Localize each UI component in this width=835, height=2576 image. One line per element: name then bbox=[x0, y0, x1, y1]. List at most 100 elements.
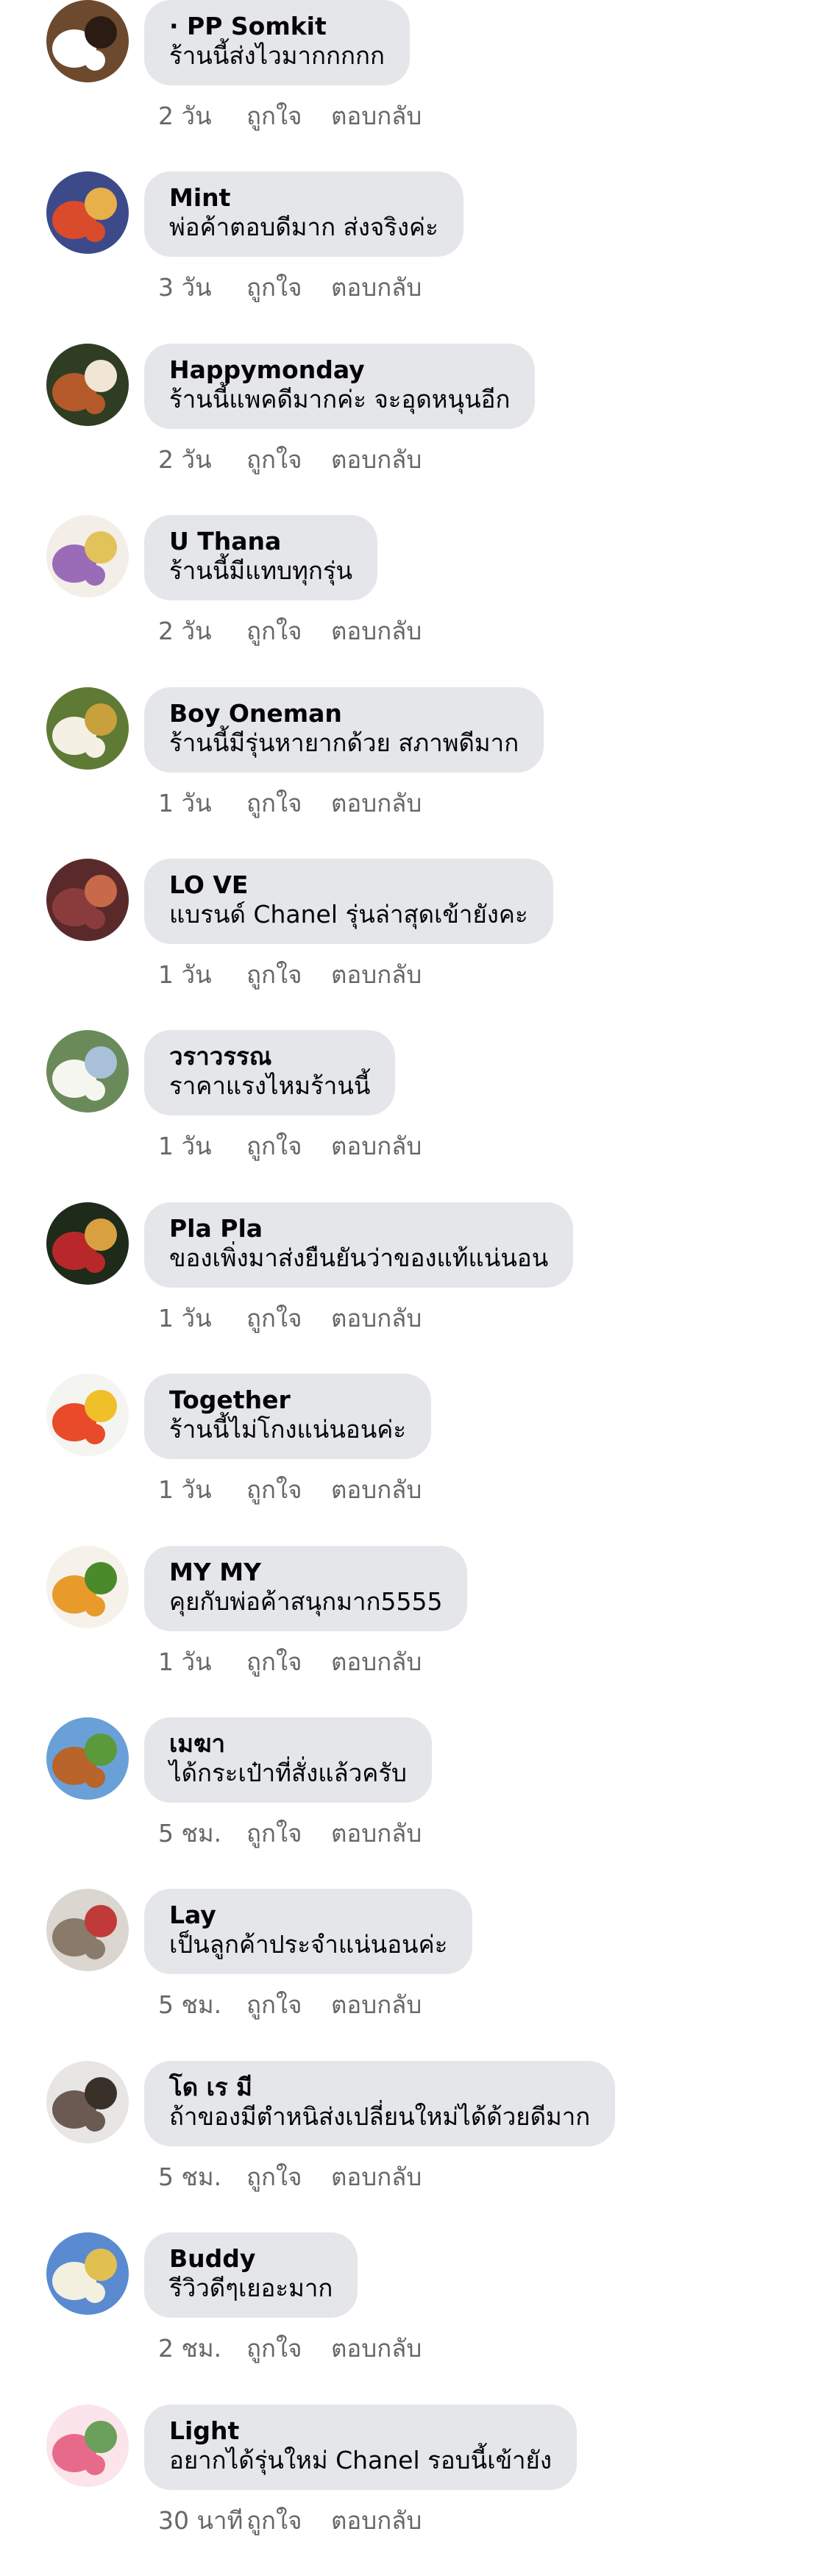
comment-bubble: Boy Oneman ร้านนี้มีรุ่นหายากด้วย สภาพดี… bbox=[144, 687, 544, 773]
avatar[interactable] bbox=[46, 2232, 129, 2315]
comment-text: ของเพิ่งมาส่งยืนยันว่าของแท้แน่นอน bbox=[169, 1243, 549, 1272]
comment-item: Happymonday ร้านนี้แพคดีมากค่ะ จะอุดหนุน… bbox=[0, 344, 835, 515]
fruit-basket-avatar bbox=[46, 1374, 129, 1456]
reply-button[interactable]: ตอบกลับ bbox=[331, 957, 422, 993]
comment-author[interactable]: วราวรรณ bbox=[169, 1042, 370, 1071]
comment-author[interactable]: Together bbox=[169, 1385, 406, 1415]
like-button[interactable]: ถูกใจ bbox=[246, 957, 331, 993]
comment-item: Mint พ่อค้าตอบดีมาก ส่งจริงค่ะ 3 วัน ถูกใ… bbox=[0, 171, 835, 343]
comment-bubble: U Thana ร้านนี้มีแทบทุกรุ่น bbox=[144, 515, 378, 600]
comment-actions: 5 ชม. ถูกใจ ตอบกลับ bbox=[158, 1816, 422, 1851]
comment-author[interactable]: Lay bbox=[169, 1901, 447, 1930]
comment-text: พ่อค้าตอบดีมาก ส่งจริงค่ะ bbox=[169, 213, 438, 241]
like-button[interactable]: ถูกใจ bbox=[246, 786, 331, 821]
comment-text: ร้านนี้ส่งไวมากกกกก bbox=[169, 41, 385, 70]
reply-button[interactable]: ตอบกลับ bbox=[331, 1301, 422, 1336]
like-button[interactable]: ถูกใจ bbox=[246, 1644, 331, 1680]
like-button[interactable]: ถูกใจ bbox=[246, 2160, 331, 2195]
comment-item: U Thana ร้านนี้มีแทบทุกรุ่น 2 วัน ถูกใจ ตอ… bbox=[0, 515, 835, 686]
like-button[interactable]: ถูกใจ bbox=[246, 1816, 331, 1851]
like-button[interactable]: ถูกใจ bbox=[246, 1301, 331, 1336]
comment-actions: 1 วัน ถูกใจ ตอบกลับ bbox=[158, 1644, 422, 1680]
reply-button[interactable]: ตอบกลับ bbox=[331, 1816, 422, 1851]
avatar[interactable] bbox=[46, 1202, 129, 1285]
reply-button[interactable]: ตอบกลับ bbox=[331, 614, 422, 649]
reply-button[interactable]: ตอบกลับ bbox=[331, 99, 422, 134]
red-panda-avatar bbox=[46, 344, 129, 426]
like-button[interactable]: ถูกใจ bbox=[246, 1472, 331, 1508]
comment-item: Boy Oneman ร้านนี้มีรุ่นหายากด้วย สภาพดี… bbox=[0, 687, 835, 859]
comment-text: คุยกับพ่อค้าสนุกมาก5555 bbox=[169, 1587, 443, 1616]
comment-author[interactable]: Boy Oneman bbox=[169, 699, 519, 728]
like-button[interactable]: ถูกใจ bbox=[246, 2503, 331, 2538]
comment-text: ร้านนี้ไม่โกงแน่นอนค่ะ bbox=[169, 1415, 407, 1444]
comment-text: ได้กระเป๋าที่สั่งแล้วครับ bbox=[169, 1759, 407, 1787]
avatar[interactable] bbox=[46, 859, 129, 941]
comment-bubble: Mint พ่อค้าตอบดีมาก ส่งจริงค่ะ bbox=[144, 171, 463, 257]
comment-actions: 3 วัน ถูกใจ ตอบกลับ bbox=[158, 270, 422, 305]
avatar[interactable] bbox=[46, 2405, 129, 2487]
avatar[interactable] bbox=[46, 171, 129, 254]
comment-author[interactable]: Mint bbox=[169, 183, 438, 213]
reply-button[interactable]: ตอบกลับ bbox=[331, 270, 422, 305]
comment-time: 2 วัน bbox=[158, 445, 212, 474]
comment-actions: 2 ชม. ถูกใจ ตอบกลับ bbox=[158, 2331, 422, 2366]
comment-author[interactable]: เมฆา bbox=[169, 1729, 407, 1759]
like-button[interactable]: ถูกใจ bbox=[246, 614, 331, 649]
reply-button[interactable]: ตอบกลับ bbox=[331, 1472, 422, 1508]
avatar[interactable] bbox=[46, 344, 129, 426]
comment-text: ร้านนี้มีแทบทุกรุ่น bbox=[169, 556, 353, 585]
comment-bubble: · PP Somkit ร้านนี้ส่งไวมากกกกก bbox=[144, 0, 410, 85]
comment-author[interactable]: โด เร มี bbox=[169, 2073, 590, 2102]
white-blossom-avatar bbox=[46, 1030, 129, 1113]
comment-text: ถ้าของมีตำหนิส่งเปลี่ยนใหม่ได้ด้วยดีมาก bbox=[169, 2102, 591, 2131]
comment-author[interactable]: U Thana bbox=[169, 527, 352, 556]
reply-button[interactable]: ตอบกลับ bbox=[331, 1129, 422, 1164]
like-button[interactable]: ถูกใจ bbox=[246, 1987, 331, 2023]
comment-text: รีวิวดีๆเยอะมาก bbox=[169, 2274, 333, 2302]
comment-author[interactable]: Pla Pla bbox=[169, 1214, 548, 1243]
comment-bubble: วราวรรณ ราคาแรงไหมร้านนี้ bbox=[144, 1030, 396, 1115]
avatar[interactable] bbox=[46, 515, 129, 597]
like-button[interactable]: ถูกใจ bbox=[246, 99, 331, 134]
avatar[interactable] bbox=[46, 687, 129, 770]
comment-item: โด เร มี ถ้าของมีตำหนิส่งเปลี่ยนใหม่ได้ด… bbox=[0, 2061, 835, 2232]
comment-author[interactable]: MY MY bbox=[169, 1558, 442, 1587]
reply-button[interactable]: ตอบกลับ bbox=[331, 1644, 422, 1680]
avatar[interactable] bbox=[46, 1030, 129, 1113]
reply-button[interactable]: ตอบกลับ bbox=[331, 442, 422, 478]
fruit-bowl-avatar bbox=[46, 171, 129, 254]
comment-time: 2 วัน bbox=[158, 102, 212, 130]
reply-button[interactable]: ตอบกลับ bbox=[331, 2331, 422, 2366]
comment-bubble: เมฆา ได้กระเป๋าที่สั่งแล้วครับ bbox=[144, 1717, 432, 1803]
avatar[interactable] bbox=[46, 1546, 129, 1628]
avatar[interactable] bbox=[46, 1717, 129, 1800]
avatar[interactable] bbox=[46, 1889, 129, 1971]
comment-author[interactable]: LO VE bbox=[169, 870, 528, 900]
comment-author[interactable]: Light bbox=[169, 2416, 552, 2446]
comment-actions: 1 วัน ถูกใจ ตอบกลับ bbox=[158, 1472, 422, 1508]
comment-item: เมฆา ได้กระเป๋าที่สั่งแล้วครับ 5 ชม. ถูกใ… bbox=[0, 1717, 835, 1889]
reply-button[interactable]: ตอบกลับ bbox=[331, 2503, 422, 2538]
comment-item: LO VE แบรนด์ Chanel รุ่นล่าสุดเข้ายังคะ … bbox=[0, 859, 835, 1030]
comment-bubble: MY MY คุยกับพ่อค้าสนุกมาก5555 bbox=[144, 1546, 468, 1631]
like-button[interactable]: ถูกใจ bbox=[246, 270, 331, 305]
comment-time: 1 วัน bbox=[158, 1304, 212, 1333]
comment-author[interactable]: · PP Somkit bbox=[169, 12, 385, 41]
like-button[interactable]: ถูกใจ bbox=[246, 2331, 331, 2366]
like-button[interactable]: ถูกใจ bbox=[246, 442, 331, 478]
like-button[interactable]: ถูกใจ bbox=[246, 1129, 331, 1164]
avatar[interactable] bbox=[46, 1374, 129, 1456]
comment-time: 3 วัน bbox=[158, 273, 212, 302]
comment-actions: 1 วัน ถูกใจ ตอบกลับ bbox=[158, 1129, 422, 1164]
comment-author[interactable]: Happymonday bbox=[169, 355, 510, 385]
comment-bubble: Together ร้านนี้ไม่โกงแน่นอนค่ะ bbox=[144, 1374, 432, 1459]
reply-button[interactable]: ตอบกลับ bbox=[331, 786, 422, 821]
reply-button[interactable]: ตอบกลับ bbox=[331, 1987, 422, 2023]
reply-button[interactable]: ตอบกลับ bbox=[331, 2160, 422, 2195]
avatar[interactable] bbox=[46, 2061, 129, 2143]
comment-author[interactable]: Buddy bbox=[169, 2244, 333, 2274]
beagle-dog-avatar bbox=[46, 0, 129, 82]
avatar[interactable] bbox=[46, 0, 129, 82]
comment-text: อยากได้รุ่นใหม่ Chanel รอบนี้เข้ายัง bbox=[169, 2446, 552, 2474]
